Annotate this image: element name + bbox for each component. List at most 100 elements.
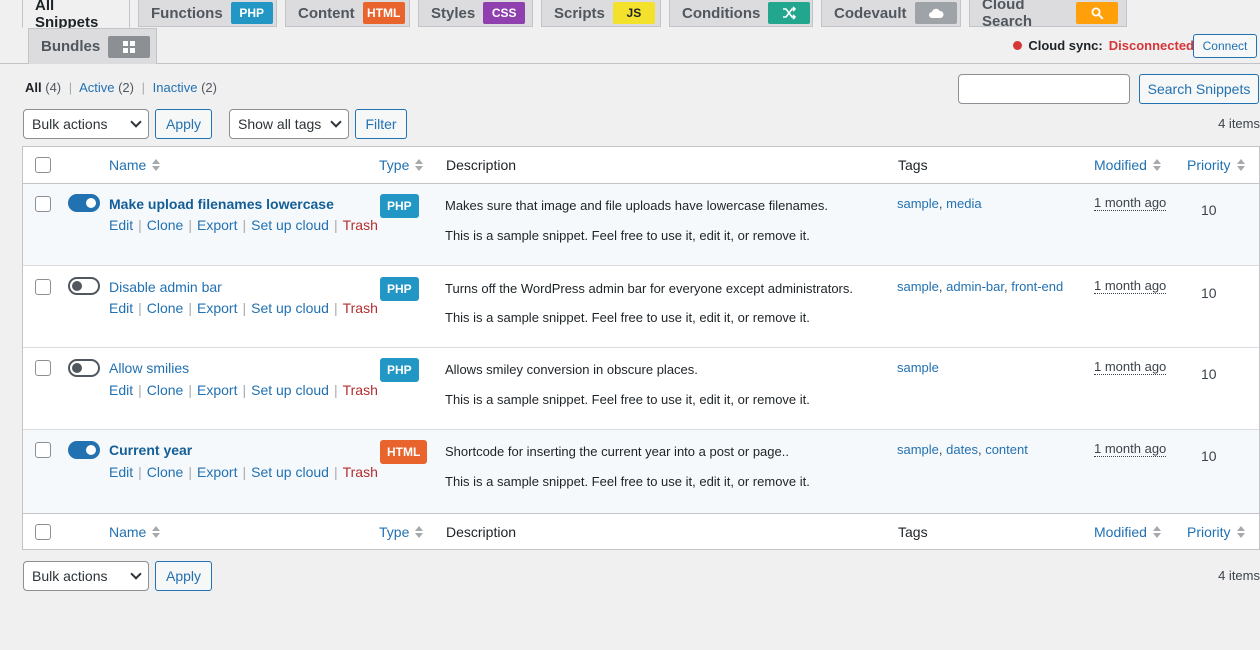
tab-label: Cloud Search bbox=[982, 0, 1033, 30]
tab-conditions[interactable]: Conditions bbox=[669, 0, 813, 27]
search-snippets-button[interactable]: Search Snippets bbox=[1139, 74, 1259, 104]
tags-filter-select[interactable]: Show all tags bbox=[229, 109, 349, 139]
tab-styles[interactable]: Styles CSS bbox=[418, 0, 533, 27]
trash-link[interactable]: Trash bbox=[343, 300, 378, 316]
column-modified[interactable]: Modified bbox=[1094, 157, 1161, 173]
filter-button[interactable]: Filter bbox=[355, 109, 407, 139]
row-checkbox[interactable] bbox=[35, 442, 51, 458]
column-label: Name bbox=[109, 524, 147, 540]
tag-link[interactable]: content bbox=[985, 442, 1028, 457]
tab-cloud-search[interactable]: Cloud Search bbox=[969, 0, 1127, 30]
view-active[interactable]: Active bbox=[79, 80, 114, 95]
snippet-tags: sample, dates, content bbox=[897, 442, 1028, 457]
column-priority[interactable]: Priority bbox=[1187, 524, 1245, 540]
tag-link[interactable]: sample bbox=[897, 196, 939, 211]
tab-scripts[interactable]: Scripts JS bbox=[541, 0, 661, 27]
tab-all-snippets[interactable]: All Snippets bbox=[22, 0, 130, 31]
search-input[interactable] bbox=[958, 74, 1130, 104]
clone-link[interactable]: Clone bbox=[147, 382, 184, 398]
sort-icon bbox=[152, 159, 161, 171]
connect-button[interactable]: Connect bbox=[1193, 34, 1257, 58]
cloud-link[interactable]: Set up cloud bbox=[251, 464, 329, 480]
column-name[interactable]: Name bbox=[109, 157, 161, 173]
conditions-icon bbox=[768, 2, 811, 24]
row-checkbox[interactable] bbox=[35, 279, 51, 295]
sort-icon bbox=[1152, 159, 1161, 171]
tag-link[interactable]: sample bbox=[897, 442, 939, 457]
tab-label: All Snippets bbox=[35, 0, 99, 31]
row-checkbox[interactable] bbox=[35, 196, 51, 212]
status-dot-icon bbox=[1013, 41, 1023, 50]
tab-bundles[interactable]: Bundles bbox=[28, 28, 157, 64]
tab-content[interactable]: Content HTML bbox=[285, 0, 410, 27]
column-label: Modified bbox=[1094, 157, 1147, 173]
export-link[interactable]: Export bbox=[197, 464, 237, 480]
active-toggle[interactable] bbox=[68, 277, 100, 295]
active-toggle[interactable] bbox=[68, 441, 100, 459]
trash-link[interactable]: Trash bbox=[343, 464, 378, 480]
tag-link[interactable]: media bbox=[946, 196, 981, 211]
column-priority[interactable]: Priority bbox=[1187, 157, 1245, 173]
tag-link[interactable]: front-end bbox=[1011, 279, 1063, 294]
column-name[interactable]: Name bbox=[109, 524, 161, 540]
snippet-name[interactable]: Disable admin bar bbox=[109, 279, 222, 295]
snippet-name[interactable]: Allow smilies bbox=[109, 360, 189, 376]
select-all-checkbox[interactable] bbox=[35, 524, 51, 540]
clone-link[interactable]: Clone bbox=[147, 300, 184, 316]
snippet-name[interactable]: Make upload filenames lowercase bbox=[109, 196, 334, 212]
type-badge: PHP bbox=[380, 194, 419, 218]
export-link[interactable]: Export bbox=[197, 300, 237, 316]
bulk-actions-select[interactable]: Bulk actions bbox=[23, 109, 149, 139]
column-type[interactable]: Type bbox=[379, 524, 424, 540]
clone-link[interactable]: Clone bbox=[147, 217, 184, 233]
clone-link[interactable]: Clone bbox=[147, 464, 184, 480]
tag-link[interactable]: dates bbox=[946, 442, 978, 457]
bulk-actions-select-bottom[interactable]: Bulk actions bbox=[23, 561, 149, 591]
select-all-checkbox[interactable] bbox=[35, 157, 51, 173]
view-all[interactable]: All bbox=[25, 80, 42, 95]
column-type[interactable]: Type bbox=[379, 157, 424, 173]
tag-link[interactable]: sample bbox=[897, 279, 939, 294]
tag-link[interactable]: sample bbox=[897, 360, 939, 375]
export-link[interactable]: Export bbox=[197, 382, 237, 398]
priority-value: 10 bbox=[1201, 285, 1217, 301]
cloud-link[interactable]: Set up cloud bbox=[251, 217, 329, 233]
apply-button[interactable]: Apply bbox=[155, 109, 212, 139]
bulk-actions-value: Bulk actions bbox=[32, 116, 108, 132]
edit-link[interactable]: Edit bbox=[109, 464, 133, 480]
active-toggle[interactable] bbox=[68, 359, 100, 377]
trash-link[interactable]: Trash bbox=[343, 382, 378, 398]
snippet-tags: sample, media bbox=[897, 196, 982, 211]
tag-link[interactable]: admin-bar bbox=[946, 279, 1004, 294]
tab-functions[interactable]: Functions PHP bbox=[138, 0, 277, 27]
modified-date: 1 month ago bbox=[1094, 359, 1167, 375]
edit-link[interactable]: Edit bbox=[109, 300, 133, 316]
column-modified[interactable]: Modified bbox=[1094, 524, 1161, 540]
sort-icon bbox=[415, 159, 424, 171]
snippet-name[interactable]: Current year bbox=[109, 442, 192, 458]
column-label: Name bbox=[109, 157, 147, 173]
tags-filter-value: Show all tags bbox=[238, 116, 322, 132]
row-checkbox[interactable] bbox=[35, 360, 51, 376]
trash-link[interactable]: Trash bbox=[343, 217, 378, 233]
column-tags: Tags bbox=[898, 524, 928, 540]
cloud-sync-status: Cloud sync: Disconnected bbox=[1013, 38, 1194, 53]
snippet-description-note: This is a sample snippet. Feel free to u… bbox=[445, 228, 810, 243]
php-badge: PHP bbox=[230, 2, 273, 24]
row-actions: Edit | Clone | Export | Set up cloud | Trash bbox=[109, 464, 378, 480]
edit-link[interactable]: Edit bbox=[109, 382, 133, 398]
active-toggle[interactable] bbox=[68, 194, 100, 212]
snippet-description-note: This is a sample snippet. Feel free to u… bbox=[445, 310, 810, 325]
cloud-link[interactable]: Set up cloud bbox=[251, 300, 329, 316]
separator: | bbox=[68, 80, 73, 95]
edit-link[interactable]: Edit bbox=[109, 217, 133, 233]
view-all-count: (4) bbox=[45, 80, 62, 95]
view-inactive[interactable]: Inactive bbox=[153, 80, 198, 95]
export-link[interactable]: Export bbox=[197, 217, 237, 233]
column-label: Type bbox=[379, 524, 410, 540]
tab-codevault[interactable]: Codevault bbox=[821, 0, 961, 27]
table-row: Allow smilies Edit | Clone | Export | Set u… bbox=[23, 348, 1259, 430]
cloud-link[interactable]: Set up cloud bbox=[251, 382, 329, 398]
apply-button-bottom[interactable]: Apply bbox=[155, 561, 212, 591]
html-badge: HTML bbox=[362, 2, 405, 24]
